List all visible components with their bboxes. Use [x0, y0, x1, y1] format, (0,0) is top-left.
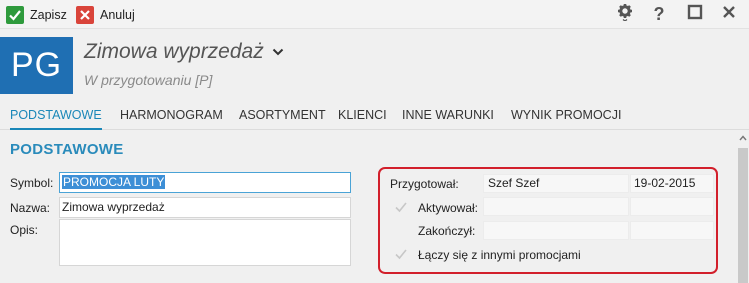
tab-bar: PODSTAWOWE HARMONOGRAM ASORTYMENT KLIENC… [0, 101, 749, 130]
symbol-field-value: PROMOCJA LUTY [62, 175, 166, 189]
close-icon [76, 5, 94, 24]
checkmark-icon [395, 202, 407, 213]
combine-promotions-label: Łączy się z innymi promocjami [418, 248, 581, 262]
document-title[interactable]: Zimowa wyprzedaż [84, 40, 284, 64]
tab-promotion-result[interactable]: WYNIK PROMOCJI [511, 101, 621, 130]
maximize-icon [687, 4, 703, 25]
maximize-button[interactable] [685, 4, 705, 25]
chevron-up-icon [739, 135, 747, 141]
document-title-text: Zimowa wyprzedaż [84, 40, 264, 63]
document-header: PG Zimowa wyprzedaż W przygotowaniu [P] [0, 30, 749, 102]
tab-basic[interactable]: PODSTAWOWE [10, 101, 102, 130]
close-window-button[interactable] [719, 5, 739, 24]
description-label: Opis: [10, 223, 39, 237]
tab-schedule[interactable]: HARMONOGRAM [120, 101, 223, 130]
activated-by-field [483, 197, 629, 216]
finished-date-field [630, 221, 714, 240]
chevron-down-icon [272, 48, 284, 56]
activated-label: Aktywował: [418, 201, 479, 215]
symbol-field[interactable]: PROMOCJA LUTY [59, 172, 351, 193]
tab-assortment[interactable]: ASORTYMENT [239, 101, 326, 130]
finished-label: Zakończył: [418, 224, 476, 238]
help-icon: ? [653, 4, 665, 24]
name-field[interactable]: Zimowa wyprzedaż [59, 197, 351, 218]
toolbar: Zapisz Anuluj ? [0, 0, 749, 29]
checkmark-icon [6, 5, 24, 24]
checkmark-icon [395, 249, 407, 260]
close-icon [722, 5, 736, 24]
finished-by-field [483, 221, 629, 240]
cancel-button-label: Anuluj [100, 7, 135, 22]
gear-icon [616, 3, 634, 26]
activated-date-field [630, 197, 714, 216]
combine-promotions-checkbox[interactable] [393, 246, 409, 262]
prepared-by-field: Szef Szef [483, 174, 629, 193]
prepared-date-field: 19-02-2015 [630, 174, 714, 193]
prepared-by-value: Szef Szef [488, 176, 540, 190]
tab-other-conditions[interactable]: INNE WARUNKI [402, 101, 494, 130]
prepared-label: Przygotował: [390, 177, 459, 191]
symbol-label: Symbol: [10, 176, 54, 190]
tab-clients[interactable]: KLIENCI [338, 101, 387, 130]
help-button[interactable]: ? [649, 4, 669, 24]
settings-button[interactable] [615, 3, 635, 26]
name-field-value: Zimowa wyprzedaż [62, 200, 165, 214]
description-field[interactable] [59, 219, 351, 266]
save-button[interactable]: Zapisz [6, 4, 67, 25]
name-label: Nazwa: [10, 201, 51, 215]
scrollbar-thumb[interactable] [738, 148, 748, 283]
activated-checkbox[interactable] [393, 199, 409, 215]
cancel-button[interactable]: Anuluj [76, 4, 135, 25]
save-button-label: Zapisz [30, 7, 67, 22]
document-type-badge: PG [0, 37, 73, 94]
scroll-up-button[interactable] [738, 132, 748, 144]
prepared-date-value: 19-02-2015 [634, 176, 696, 190]
document-status: W przygotowaniu [P] [84, 72, 213, 88]
section-title: PODSTAWOWE [10, 141, 124, 158]
